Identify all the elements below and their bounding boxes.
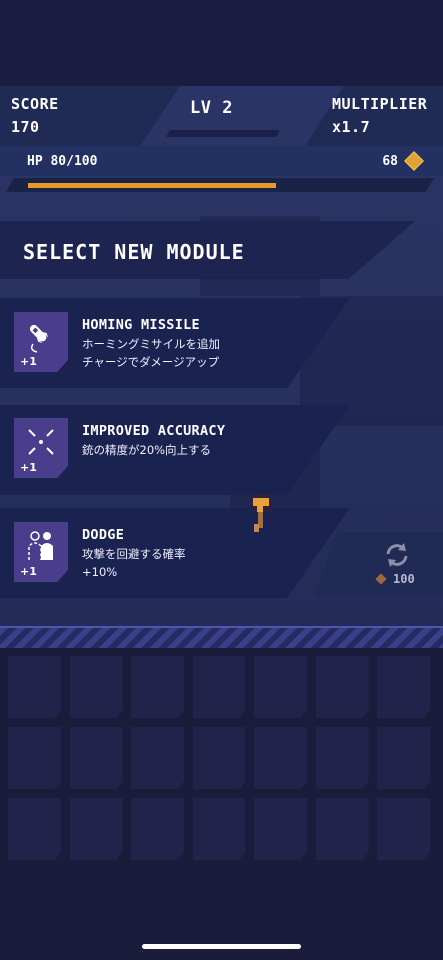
inventory-slot[interactable]	[69, 656, 123, 718]
module-icon-tile: +1	[14, 418, 68, 478]
inventory-slot[interactable]	[8, 798, 61, 860]
crosshair-icon	[28, 429, 54, 455]
inventory-slot[interactable]	[377, 656, 430, 718]
inventory-slot[interactable]	[377, 727, 430, 789]
inventory-slot[interactable]	[131, 727, 184, 789]
refresh-icon	[386, 543, 408, 567]
multiplier-label: MULTIPLIER	[332, 95, 428, 113]
home-indicator[interactable]	[142, 944, 301, 949]
level-progress-bar	[166, 130, 280, 137]
inventory-slot[interactable]	[254, 798, 307, 860]
module-title: HOMING MISSILE	[82, 317, 200, 333]
module-description-line: 銃の精度が20%向上する	[82, 443, 212, 457]
inventory-slot[interactable]	[254, 656, 307, 718]
inventory-slot[interactable]	[131, 656, 184, 718]
inventory-slot[interactable]	[131, 798, 184, 860]
score-value: 170	[11, 118, 40, 136]
inventory-slot[interactable]	[315, 798, 369, 860]
inventory-grid	[8, 656, 438, 864]
level-label: LV 2	[190, 98, 233, 118]
hp-bar-fill	[28, 183, 276, 188]
hp-row: HP 80/100 68	[0, 146, 443, 196]
module-title: IMPROVED ACCURACY	[82, 423, 226, 439]
module-description-line: ホーミングミサイルを追加	[82, 337, 220, 351]
inventory-slot[interactable]	[69, 727, 123, 789]
module-icon-tile: +1	[14, 522, 68, 582]
hp-label: HP 80/100	[27, 154, 98, 169]
coin-count: 68	[382, 154, 398, 169]
inventory-slot[interactable]	[254, 727, 307, 789]
module-description: 銃の精度が20%向上する	[82, 441, 211, 459]
inventory-slot[interactable]	[377, 798, 430, 860]
select-module-title: SELECT NEW MODULE	[23, 240, 245, 264]
inventory-slot[interactable]	[315, 727, 369, 789]
inventory-slot[interactable]	[192, 727, 246, 789]
inventory-slot[interactable]	[8, 656, 61, 718]
module-description-line: チャージでダメージアップ	[82, 355, 220, 369]
missile-icon	[29, 324, 49, 353]
reroll-cost: 100	[393, 572, 415, 586]
module-title: DODGE	[82, 527, 125, 543]
inventory-divider	[0, 626, 443, 648]
multiplier-value: x1.7	[332, 118, 371, 136]
module-description: 攻撃を回避する確率 +10%	[82, 545, 186, 581]
inventory-slot[interactable]	[69, 798, 123, 860]
inventory-slot[interactable]	[8, 727, 61, 789]
module-description-line: 攻撃を回避する確率	[82, 547, 186, 561]
module-description: ホーミングミサイルを追加 チャージでダメージアップ	[82, 335, 220, 371]
dodge-icon	[28, 531, 53, 560]
status-bar-area	[0, 0, 443, 86]
score-label: SCORE	[11, 95, 59, 113]
inventory-slot[interactable]	[315, 656, 369, 718]
player-character	[250, 494, 272, 532]
inventory-slot[interactable]	[192, 656, 246, 718]
module-level: +1	[20, 565, 37, 578]
module-description-line: +10%	[82, 565, 118, 579]
module-level: +1	[20, 461, 37, 474]
module-level: +1	[20, 355, 37, 368]
inventory-slot[interactable]	[192, 798, 246, 860]
module-icon-tile: +1	[14, 312, 68, 372]
